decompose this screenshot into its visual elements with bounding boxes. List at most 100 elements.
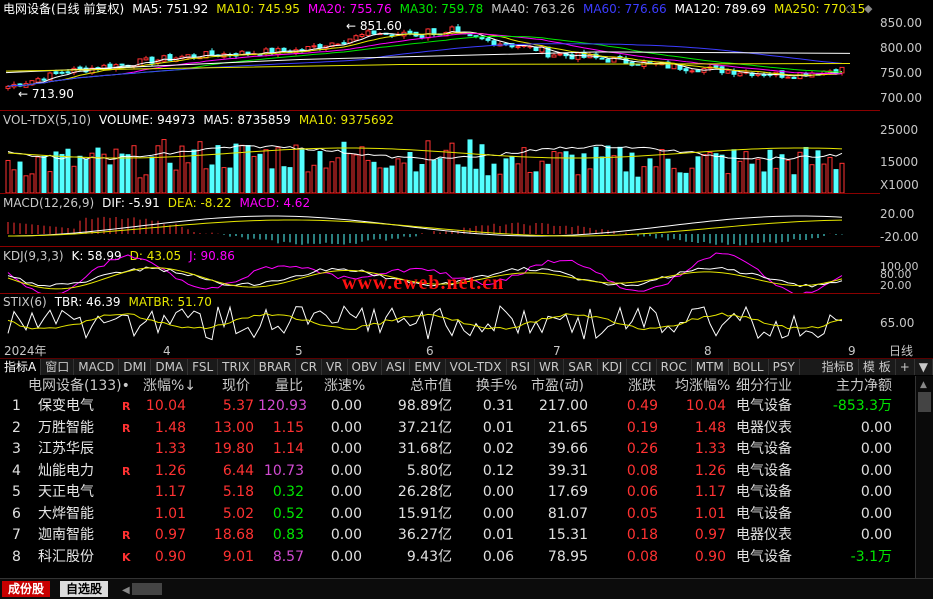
volume-bar bbox=[233, 143, 239, 193]
indicator-tab[interactable]: MACD bbox=[74, 359, 120, 375]
candle bbox=[605, 58, 611, 63]
table-row[interactable]: 3 江苏华辰 1.33 19.80 1.14 0.00 31.68亿 0.02 39.66 0.2… bbox=[0, 439, 915, 461]
indicator-tab[interactable]: VR bbox=[322, 359, 348, 375]
volume-bar bbox=[587, 168, 593, 193]
cell-cap: 5.80亿 bbox=[406, 462, 452, 479]
cell-cap: 98.89亿 bbox=[397, 398, 452, 414]
tbr-line bbox=[7, 305, 843, 341]
candle bbox=[209, 50, 215, 56]
indicator-tab[interactable]: DMI bbox=[119, 359, 152, 375]
ma120-value: MA120: 789.69 bbox=[674, 2, 766, 16]
template-tab[interactable]: 模 板 bbox=[859, 359, 896, 375]
ma20-line bbox=[7, 33, 843, 87]
candle bbox=[791, 76, 797, 79]
cell-net: 0.00 bbox=[860, 441, 892, 457]
column-header[interactable]: 均涨幅% bbox=[675, 376, 730, 396]
indicator-tab[interactable]: BOLL bbox=[729, 359, 769, 375]
volume-bar bbox=[539, 160, 545, 193]
volume-bar bbox=[785, 159, 791, 193]
indicator-tab[interactable]: OBV bbox=[348, 359, 383, 375]
column-header[interactable]: 总市值 bbox=[410, 376, 452, 396]
volume-bar bbox=[533, 171, 539, 193]
volume-bar bbox=[521, 147, 527, 193]
indicator-tab[interactable]: BRAR bbox=[255, 359, 297, 375]
cell-avg: 1.01 bbox=[694, 505, 726, 522]
volume-bar bbox=[215, 145, 221, 193]
indicator-b-tab[interactable]: 指标B bbox=[818, 359, 859, 375]
vol-ma10: MA10: 9375692 bbox=[298, 113, 394, 127]
table-scrollbar[interactable]: ▲ bbox=[915, 376, 933, 578]
cell-price: 5.18 bbox=[222, 484, 254, 500]
cell-name: 迦南智能 bbox=[38, 527, 94, 543]
indicator-tab[interactable]: EMV bbox=[410, 359, 446, 375]
indicator-tab[interactable]: KDJ bbox=[598, 359, 628, 375]
dropdown-icon[interactable]: ▼ bbox=[915, 359, 933, 375]
volume-bar bbox=[665, 158, 671, 193]
column-header[interactable]: 现价 bbox=[222, 376, 250, 396]
cell-spd: 0.00 bbox=[330, 548, 362, 565]
volume-bar bbox=[491, 163, 497, 193]
candle bbox=[689, 70, 695, 73]
indicator-tab[interactable]: RSI bbox=[507, 359, 536, 375]
indicator-tab[interactable]: ROC bbox=[657, 359, 692, 375]
expand-icon[interactable]: ◆ bbox=[864, 2, 872, 15]
add-icon[interactable]: + bbox=[896, 359, 915, 375]
column-header[interactable]: 涨速% bbox=[324, 376, 365, 396]
table-row[interactable]: 6 大烨智能 1.01 5.02 0.52 0.00 15.91亿 0.00 81.07 0.05… bbox=[0, 504, 915, 526]
indicator-tab[interactable]: MTM bbox=[692, 359, 729, 375]
indicator-tab[interactable]: ASI bbox=[382, 359, 411, 375]
indicator-tab[interactable]: VOL-TDX bbox=[446, 359, 507, 375]
macd-chart[interactable] bbox=[0, 194, 880, 246]
table-row[interactable]: 1 保变电气 R 10.04 5.37 120.93 0.00 98.89亿 0.31 217.0… bbox=[0, 396, 915, 418]
volume-bar bbox=[35, 156, 41, 193]
volume-bar bbox=[395, 158, 401, 193]
collapse-icon[interactable]: ◇ bbox=[845, 2, 853, 15]
table-row[interactable]: 5 天正电气 1.17 5.18 0.32 0.00 26.28亿 0.00 17.69 0.06… bbox=[0, 482, 915, 504]
volume-bar bbox=[797, 151, 803, 193]
candle bbox=[41, 78, 47, 81]
stix-chart[interactable] bbox=[0, 296, 880, 344]
volume-bar bbox=[599, 156, 605, 193]
column-header[interactable]: 涨幅%↓ bbox=[143, 376, 196, 396]
column-header[interactable]: 量比 bbox=[275, 376, 303, 396]
candle bbox=[575, 52, 581, 60]
indicator-tab[interactable]: PSY bbox=[769, 359, 800, 375]
volume-bar bbox=[443, 149, 449, 193]
tab-watchlist[interactable]: 自选股 bbox=[60, 581, 109, 597]
period-button[interactable]: 日线 bbox=[889, 344, 913, 358]
volume-bar bbox=[257, 153, 263, 193]
table-row[interactable]: 4 灿能电力 R 1.26 6.44 10.73 0.00 5.80亿 0.12 39.31 0.0… bbox=[0, 461, 915, 483]
indicator-tab[interactable]: WR bbox=[535, 359, 565, 375]
table-row[interactable]: 2 万胜智能 R 1.48 13.00 1.15 0.00 37.21亿 0.01 21.65 0.… bbox=[0, 418, 915, 440]
indicator-tab[interactable]: 指标A bbox=[0, 359, 42, 375]
volume-bar bbox=[503, 158, 509, 193]
volume-bar bbox=[287, 167, 293, 193]
column-header[interactable]: 市盈(动) bbox=[531, 376, 584, 396]
indicator-tab[interactable]: DMA bbox=[151, 359, 189, 375]
cell-ind: 电气设备 bbox=[736, 441, 792, 457]
indicator-tab[interactable]: TRIX bbox=[218, 359, 255, 375]
volume-bar bbox=[23, 175, 29, 193]
table-row[interactable]: 7 迦南智能 R 0.97 18.68 0.83 0.00 36.27亿 0.01 15.31 0.… bbox=[0, 525, 915, 547]
column-header[interactable]: 电网设备(133)• bbox=[28, 376, 130, 396]
volume-bar bbox=[401, 162, 407, 193]
indicator-tab[interactable]: CR bbox=[296, 359, 322, 375]
indicator-tab[interactable]: SAR bbox=[564, 359, 598, 375]
column-header[interactable]: 细分行业 bbox=[736, 376, 792, 396]
volume-chart[interactable] bbox=[0, 129, 880, 193]
h-scroll-thumb[interactable] bbox=[132, 583, 162, 595]
indicator-tab[interactable]: 窗口 bbox=[41, 359, 75, 375]
column-header[interactable]: 换手% bbox=[476, 376, 517, 396]
candle bbox=[455, 26, 461, 33]
volume-bar bbox=[251, 155, 257, 193]
tab-components[interactable]: 成份股 bbox=[2, 581, 51, 597]
volume-bar bbox=[683, 172, 689, 193]
indicator-tab[interactable]: FSL bbox=[188, 359, 219, 375]
cell-diff: 0.05 bbox=[626, 505, 658, 522]
indicator-tab[interactable]: CCI bbox=[627, 359, 657, 375]
kline-chart[interactable] bbox=[0, 18, 880, 110]
column-header[interactable]: 主力净额 bbox=[836, 376, 892, 396]
table-row[interactable]: 8 科汇股份 K 0.90 9.01 8.57 0.00 9.43亿 0.06 78.95 0.08… bbox=[0, 547, 915, 569]
cell-diff: 0.26 bbox=[626, 441, 658, 457]
column-header[interactable]: 涨跌 bbox=[628, 376, 656, 396]
